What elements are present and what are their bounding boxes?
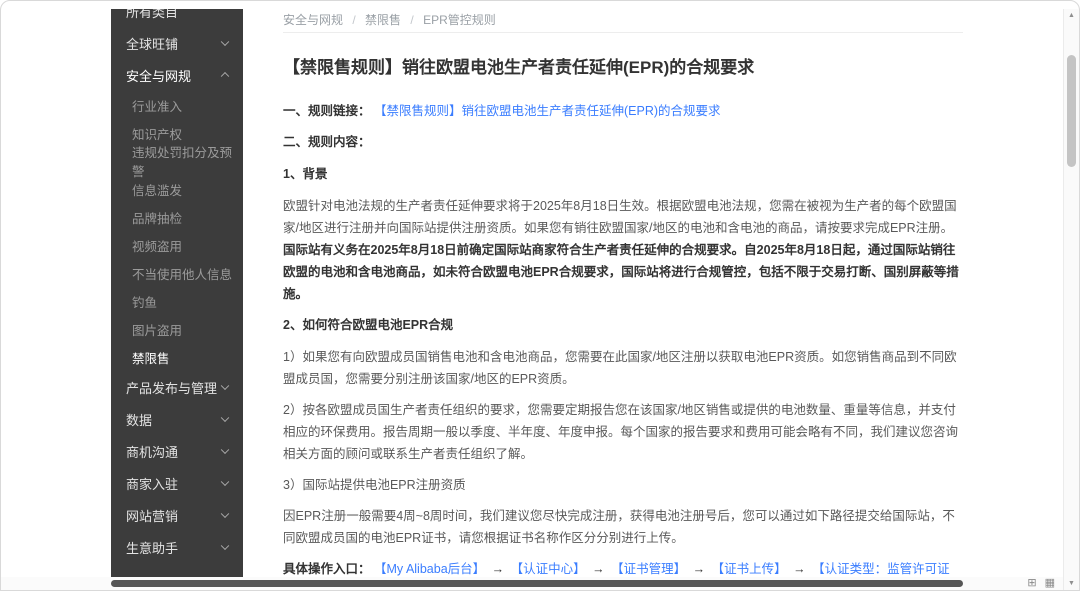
- sidebar-item-label: 商机沟通: [126, 442, 178, 461]
- section-heading-rule-content: 二、规则内容：: [283, 131, 963, 153]
- sidebar-item-violation-penalty[interactable]: 违规处罚扣分及预警: [111, 147, 243, 175]
- background-text-bold: 国际站有义务在2025年8月18日前确定国际站商家符合生产者责任延伸的合规要求。…: [283, 243, 959, 301]
- background-paragraph: 欧盟针对电池法规的生产者责任延伸要求将于2025年8月18日生效。根据欧盟电池法…: [283, 195, 963, 305]
- sidebar-item-security-rules[interactable]: 安全与网规: [111, 59, 243, 91]
- breadcrumb-separator: /: [352, 13, 355, 27]
- sidebar-item-label: 产品发布与管理: [126, 378, 217, 397]
- sidebar-item-improper-use-of-others-info[interactable]: 不当使用他人信息: [111, 259, 243, 287]
- chevron-down-icon: [221, 478, 229, 486]
- breadcrumb-item-security-rules[interactable]: 安全与网规: [283, 13, 343, 27]
- scroll-down-icon[interactable]: ▼: [1064, 580, 1079, 587]
- chevron-down-icon: [221, 38, 229, 46]
- sidebar-item-label: 安全与网规: [126, 66, 191, 85]
- sidebar-item-label: 信息滥发: [132, 180, 182, 199]
- entry-link-cert-upload[interactable]: 【证书上传】: [712, 562, 787, 576]
- background-text: 欧盟针对电池法规的生产者责任延伸要求将于2025年8月18日生效。根据欧盟电池法…: [283, 199, 957, 235]
- breadcrumb: 安全与网规 / 禁限售 / EPR管控规则: [283, 9, 963, 33]
- sidebar-item-label: 视频盗用: [132, 236, 182, 255]
- sidebar-item-merchant-onboarding[interactable]: 商家入驻: [111, 467, 243, 499]
- sidebar-item-video-theft[interactable]: 视频盗用: [111, 231, 243, 259]
- chevron-down-icon: [221, 542, 229, 550]
- chevron-up-icon: [221, 72, 229, 80]
- sidebar-item-label: 商家入驻: [126, 474, 178, 493]
- sidebar-item-all-categories[interactable]: 所有类目: [111, 9, 243, 27]
- entry-link-cert-manage[interactable]: 【证书管理】: [611, 562, 686, 576]
- sidebar-item-label: 图片盗用: [132, 320, 182, 339]
- heading-background: 1、背景: [283, 163, 963, 185]
- sidebar-item-label: 全球旺铺: [126, 34, 178, 53]
- sidebar-item-label: 知识产权: [132, 124, 182, 143]
- sidebar-item-label: 钓鱼: [132, 292, 157, 311]
- sidebar-item-info-spam[interactable]: 信息滥发: [111, 175, 243, 203]
- how-item-1: 1）如果您有向欧盟成员国销售电池和含电池商品，您需要在此国家/地区注册以获取电池…: [283, 346, 963, 390]
- sidebar-item-label: 网站营销: [126, 506, 178, 525]
- sidebar-item-industry-access[interactable]: 行业准入: [111, 91, 243, 119]
- vertical-scrollbar: ▲ ▼: [1063, 9, 1079, 590]
- sidebar-menu: 所有类目 全球旺铺 安全与网规 行业准入 知识产权 违规处罚扣分及预警 信息滥发: [111, 9, 243, 563]
- sidebar-item-label: 生意助手: [126, 538, 178, 557]
- how-item-3: 3）国际站提供电池EPR注册资质: [283, 474, 963, 496]
- sidebar-item-brand-inspection[interactable]: 品牌抽检: [111, 203, 243, 231]
- sidebar-item-label: 行业准入: [132, 96, 182, 115]
- sidebar-item-product-publish-manage[interactable]: 产品发布与管理: [111, 371, 243, 403]
- sidebar-item-label: 所有类目: [126, 9, 178, 21]
- sidebar-item-image-theft[interactable]: 图片盗用: [111, 315, 243, 343]
- rule-link[interactable]: 【禁限售规则】销往欧盟电池生产者责任延伸(EPR)的合规要求: [374, 104, 721, 118]
- horizontal-scrollbar: ⊞ ▦: [1, 577, 1063, 590]
- heading-how-to-comply: 2、如何符合欧盟电池EPR合规: [283, 314, 963, 336]
- rule-link-line: 一、规则链接： 【禁限售规则】销往欧盟电池生产者责任延伸(EPR)的合规要求: [283, 100, 963, 122]
- cells-icon[interactable]: ▦: [1045, 577, 1055, 590]
- sidebar-item-data[interactable]: 数据: [111, 403, 243, 435]
- scroll-up-icon[interactable]: ▲: [1064, 12, 1079, 19]
- vertical-scrollbar-thumb[interactable]: [1067, 55, 1076, 167]
- main-content: 安全与网规 / 禁限售 / EPR管控规则 【禁限售规则】销往欧盟电池生产者责任…: [243, 9, 1063, 577]
- chevron-down-icon: [221, 414, 229, 422]
- page-title: 【禁限售规则】销往欧盟电池生产者责任延伸(EPR)的合规要求: [283, 53, 963, 78]
- breadcrumb-separator: /: [410, 13, 413, 27]
- sidebar-item-label: 品牌抽检: [132, 208, 182, 227]
- entry-link-cert-center[interactable]: 【认证中心】: [511, 562, 586, 576]
- rule-link-label: 一、规则链接：: [283, 104, 371, 118]
- sidebar-item-label: 不当使用他人信息: [132, 264, 232, 283]
- sidebar-item-label: 数据: [126, 410, 152, 429]
- app-window: 所有类目 全球旺铺 安全与网规 行业准入 知识产权 违规处罚扣分及预警 信息滥发: [0, 0, 1080, 591]
- horizontal-scrollbar-thumb[interactable]: [111, 580, 963, 587]
- arrow-icon: →: [492, 562, 505, 576]
- article-body: 一、规则链接： 【禁限售规则】销往欧盟电池生产者责任延伸(EPR)的合规要求 二…: [283, 100, 963, 577]
- entry-path-line: 具体操作入口： 【My Alibaba后台】 → 【认证中心】 → 【证书管理】…: [283, 558, 963, 577]
- epr-time-paragraph: 因EPR注册一般需要4周~8周时间，我们建议您尽快完成注册，获得电池注册号后，您…: [283, 505, 963, 549]
- sidebar-item-prohibited-restricted[interactable]: 禁限售: [111, 343, 243, 371]
- sidebar-item-business-communication[interactable]: 商机沟通: [111, 435, 243, 467]
- breadcrumb-item-current: EPR管控规则: [423, 13, 496, 27]
- sidebar-item-label: 禁限售: [132, 348, 170, 367]
- sidebar-item-global-shop[interactable]: 全球旺铺: [111, 27, 243, 59]
- entry-path-label: 具体操作入口：: [283, 562, 371, 576]
- chevron-down-icon: [221, 446, 229, 454]
- arrow-icon: →: [693, 562, 706, 576]
- table-icon[interactable]: ⊞: [1027, 577, 1036, 590]
- sidebar-item-phishing[interactable]: 钓鱼: [111, 287, 243, 315]
- chevron-down-icon: [221, 382, 229, 390]
- sidebar: 所有类目 全球旺铺 安全与网规 行业准入 知识产权 违规处罚扣分及预警 信息滥发: [111, 9, 243, 577]
- arrow-icon: →: [592, 562, 605, 576]
- breadcrumb-item-prohibited-restricted[interactable]: 禁限售: [365, 13, 401, 27]
- arrow-icon: →: [793, 562, 806, 576]
- how-item-2: 2）按各欧盟成员国生产者责任组织的要求，您需要定期报告您在该国家/地区销售或提供…: [283, 399, 963, 465]
- entry-link-my-alibaba[interactable]: 【My Alibaba后台】: [374, 562, 485, 576]
- chevron-down-icon: [221, 510, 229, 518]
- sidebar-item-business-assistant[interactable]: 生意助手: [111, 531, 243, 563]
- bottom-right-tools: ⊞ ▦: [1027, 577, 1055, 590]
- sidebar-item-site-marketing[interactable]: 网站营销: [111, 499, 243, 531]
